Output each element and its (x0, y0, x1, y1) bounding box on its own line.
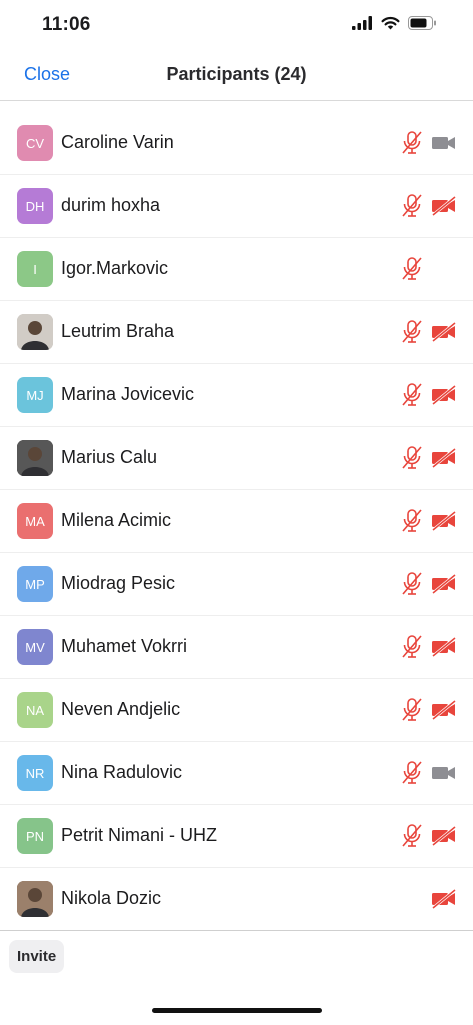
participant-row[interactable]: PN Petrit Nimani - UHZ (0, 805, 473, 868)
video-off-icon (431, 508, 457, 534)
page-title: Participants (24) (166, 64, 307, 84)
participant-status-icons (399, 571, 457, 597)
participant-name: Nikola Dozic (61, 888, 162, 908)
avatar: CV (17, 125, 53, 161)
mic-muted-icon (399, 508, 425, 534)
cellular-signal-icon (352, 16, 372, 30)
avatar: MP (17, 566, 53, 602)
participant-name: Marina Jovicevic (61, 384, 195, 404)
avatar: NR (17, 755, 53, 791)
participant-status-icons (399, 823, 457, 849)
status-icons (352, 16, 437, 30)
participant-row[interactable]: MV Muhamet Vokrri (0, 616, 473, 679)
avatar: NA (17, 692, 53, 728)
participant-list: CV Caroline Varin DH durim hoxha I Igor.Marko… (0, 112, 473, 931)
avatar: MV (17, 629, 53, 665)
avatar: DH (17, 188, 53, 224)
participant-status-icons (399, 508, 457, 534)
video-off-icon (431, 634, 457, 660)
participant-status-icons (399, 193, 457, 219)
participant-status-icons (399, 130, 457, 156)
participant-name: Marius Calu (61, 447, 158, 467)
invite-button[interactable]: Invite (9, 940, 65, 973)
mic-muted-icon (399, 571, 425, 597)
mic-muted-icon (399, 823, 425, 849)
nav-bar: Close Participants (24) (0, 50, 473, 101)
participant-status-icons (399, 319, 457, 345)
status-time: 11:06 (42, 14, 91, 35)
video-off-icon (431, 697, 457, 723)
participant-row[interactable]: NR Nina Radulovic (0, 742, 473, 805)
video-off-icon (431, 823, 457, 849)
participant-row[interactable]: Marius Calu (0, 427, 473, 490)
participant-status-icons (399, 382, 457, 408)
participant-status-icons (399, 697, 457, 723)
participant-row[interactable]: NA Neven Andjelic (0, 679, 473, 742)
mic-muted-icon (399, 256, 425, 282)
video-off-icon (431, 319, 457, 345)
video-off-icon (431, 382, 457, 408)
participant-name: Petrit Nimani - UHZ (61, 825, 218, 845)
participant-name: Miodrag Pesic (61, 573, 176, 593)
participant-name: Milena Acimic (61, 510, 172, 530)
mic-muted-icon (399, 760, 425, 786)
avatar: I (17, 251, 53, 287)
participant-status-icons (399, 445, 457, 471)
battery-icon (408, 16, 436, 30)
mic-muted-icon (399, 319, 425, 345)
mic-muted-icon (399, 445, 425, 471)
participant-name: durim hoxha (61, 195, 161, 215)
participant-name: Caroline Varin (61, 132, 174, 152)
avatar (17, 881, 53, 917)
video-on-icon (431, 130, 457, 156)
video-on-icon (431, 760, 457, 786)
video-placeholder (431, 256, 457, 282)
mic-muted-icon (399, 697, 425, 723)
home-indicator (152, 1008, 322, 1013)
participant-status-icons (399, 256, 457, 282)
video-off-icon (431, 886, 457, 912)
avatar: MA (17, 503, 53, 539)
avatar: MJ (17, 377, 53, 413)
mic-muted-icon (399, 382, 425, 408)
participant-row[interactable]: MA Milena Acimic (0, 490, 473, 553)
participant-name: Neven Andjelic (61, 699, 181, 719)
participant-name: Nina Radulovic (61, 762, 183, 782)
participant-row[interactable]: I Igor.Markovic (0, 238, 473, 301)
participant-name: Igor.Markovic (61, 258, 169, 278)
participant-row[interactable]: MJ Marina Jovicevic (0, 364, 473, 427)
status-bar: 11:06 (0, 0, 473, 50)
video-off-icon (431, 445, 457, 471)
avatar: PN (17, 818, 53, 854)
participant-row[interactable]: DH durim hoxha (0, 175, 473, 238)
mic-muted-icon (399, 634, 425, 660)
wifi-icon (381, 16, 400, 30)
participant-status-icons (399, 760, 457, 786)
participant-row[interactable]: MP Miodrag Pesic (0, 553, 473, 616)
participant-row[interactable]: Nikola Dozic (0, 868, 473, 931)
participant-status-icons (431, 886, 457, 912)
avatar (17, 314, 53, 350)
video-off-icon (431, 571, 457, 597)
participant-row[interactable]: Leutrim Braha (0, 301, 473, 364)
mic-muted-icon (399, 130, 425, 156)
participant-name: Muhamet Vokrri (61, 636, 188, 656)
video-off-icon (431, 193, 457, 219)
participant-row[interactable]: CV Caroline Varin (0, 112, 473, 175)
participant-status-icons (399, 634, 457, 660)
participant-name: Leutrim Braha (61, 321, 175, 341)
avatar (17, 440, 53, 476)
mic-muted-icon (399, 193, 425, 219)
